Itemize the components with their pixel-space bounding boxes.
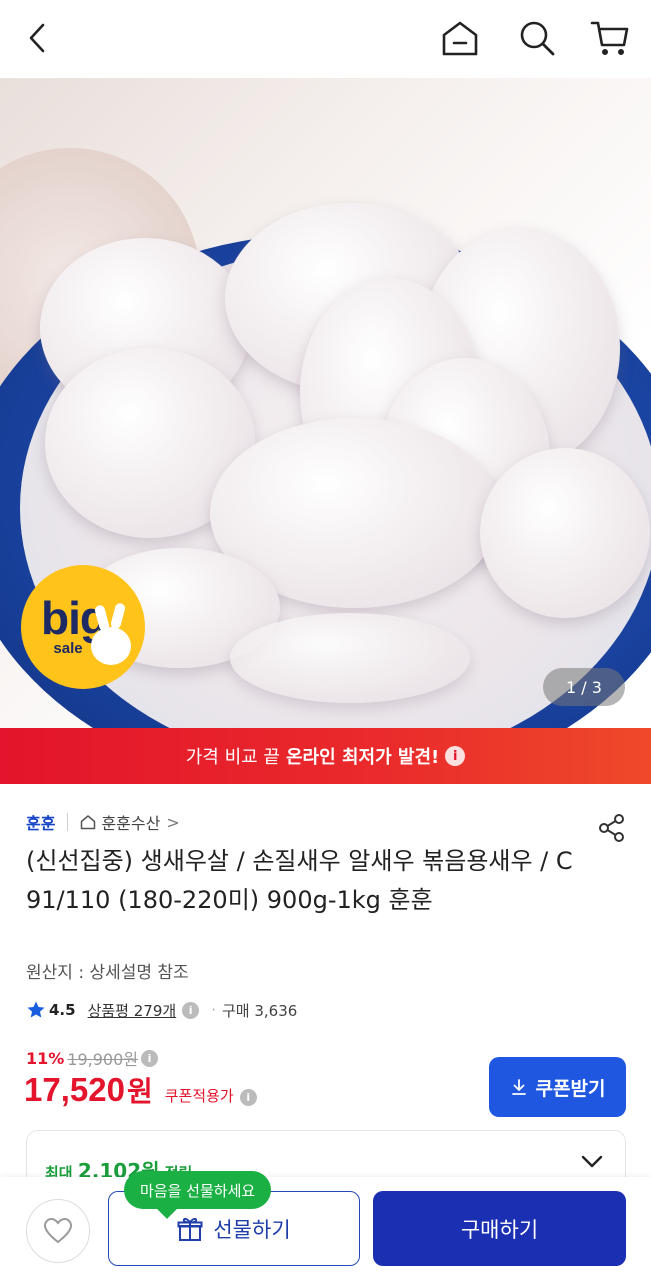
lowest-price-banner[interactable]: 가격 비교 끝 온라인 최저가 발견! i <box>0 728 651 784</box>
rating-row: 4.5 상품평 279개 i · 구매 3,636 <box>26 996 297 1024</box>
origin-text: 원산지 : 상세설명 참조 <box>26 963 189 983</box>
discount-rate: 11% <box>26 1048 65 1068</box>
separator-dot: · <box>211 1001 216 1019</box>
store-home-icon <box>81 815 96 830</box>
gift-icon <box>177 1217 203 1241</box>
product-image[interactable]: big sale 1 / 3 <box>0 78 651 728</box>
image-pager: 1 / 3 <box>543 668 625 706</box>
back-arrow-icon[interactable] <box>16 16 60 60</box>
buy-button[interactable]: 구매하기 <box>373 1191 626 1266</box>
coupon-button-label: 쿠폰받기 <box>535 1077 606 1100</box>
brand-row: 훈훈 훈훈수산 > <box>26 808 180 836</box>
brand-link[interactable]: 훈훈 <box>26 810 55 834</box>
badge-sale-text: sale <box>53 639 83 657</box>
cart-icon[interactable] <box>588 16 632 60</box>
get-coupon-button[interactable]: 쿠폰받기 <box>489 1057 626 1117</box>
star-icon <box>27 1001 45 1018</box>
coupon-applied-label: 쿠폰적용가 <box>164 1087 234 1105</box>
divider <box>67 813 69 831</box>
rating-score: 4.5 <box>49 1001 76 1019</box>
info-icon[interactable]: i <box>182 1001 200 1019</box>
store-name: 훈훈수산 <box>101 814 161 833</box>
price-top-row: 11% 19,900원 i <box>26 1046 164 1070</box>
bunny-icon <box>91 627 131 665</box>
download-icon <box>511 1079 526 1095</box>
chevron-right-icon: > <box>166 812 180 832</box>
promo-strong-text: 온라인 최저가 발견! <box>286 747 440 768</box>
big-sale-badge: big sale <box>21 565 145 689</box>
info-icon[interactable]: i <box>141 1049 159 1067</box>
store-link[interactable]: 훈훈수산 > <box>80 810 180 834</box>
gift-tooltip: 마음을 선물하세요 <box>124 1171 272 1209</box>
share-icon[interactable] <box>596 812 628 844</box>
product-title: (신선집중) 생새우살 / 손질새우 알새우 볶음용새우 / C 91/110 … <box>26 847 573 914</box>
gift-button-label: 선물하기 <box>213 1217 291 1242</box>
promo-text: 가격 비교 끝 <box>185 747 280 768</box>
price-unit: 원 <box>126 1075 153 1108</box>
chevron-down-icon[interactable] <box>581 1155 603 1169</box>
top-bar <box>0 0 651 78</box>
original-price: 19,900원 <box>67 1050 139 1069</box>
bottom-action-bar: 선물하기 구매하기 <box>0 1177 651 1280</box>
home-icon[interactable] <box>438 16 482 60</box>
search-icon[interactable] <box>515 16 559 60</box>
sale-price: 17,520 원 쿠폰적용가 i <box>24 1070 263 1116</box>
wishlist-button[interactable] <box>26 1199 90 1263</box>
reviews-link[interactable]: 상품평 279개 <box>88 1000 177 1021</box>
purchase-count: 구매 3,636 <box>221 1001 298 1020</box>
info-icon[interactable]: i <box>445 746 466 766</box>
info-icon[interactable]: i <box>239 1089 257 1106</box>
price-value: 17,520 <box>24 1071 125 1108</box>
heart-icon <box>43 1217 73 1244</box>
